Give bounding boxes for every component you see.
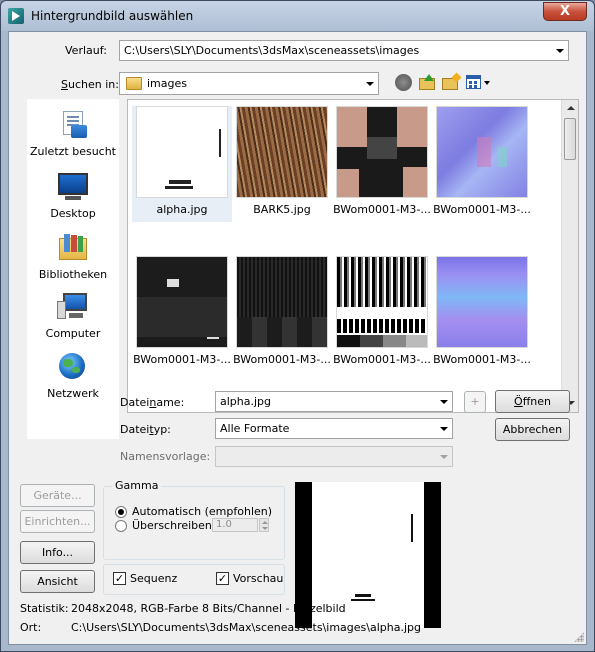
scrollbar-thumb[interactable] <box>564 118 576 160</box>
template-label: Namensvorlage: <box>120 450 211 463</box>
file-thumbnail[interactable]: BWom0001-M3-... <box>432 256 532 372</box>
file-name: BWom0001-M3-... <box>333 203 431 216</box>
chevron-down-icon[interactable] <box>551 41 568 60</box>
places-bar: Zuletzt besucht Desktop Bibliotheken Com… <box>27 99 119 439</box>
back-icon[interactable] <box>395 74 412 91</box>
file-thumbnail[interactable]: BARK5.jpg <box>232 106 332 222</box>
place-recent[interactable]: Zuletzt besucht <box>27 109 119 158</box>
chevron-down-icon[interactable] <box>435 392 452 411</box>
scroll-up-icon[interactable] <box>562 100 579 117</box>
lookin-combo[interactable]: images <box>119 72 379 95</box>
file-thumbnail[interactable]: BWom0001-M3-... <box>432 106 532 222</box>
setup-button[interactable]: Einrichten... <box>20 510 95 533</box>
template-select[interactable] <box>215 446 453 467</box>
gamma-auto-label: Automatisch (empfohlen) <box>132 505 273 518</box>
alpha-thumbnail-image <box>136 106 228 198</box>
recent-places-icon <box>57 109 89 141</box>
cancel-button[interactable]: Abbrechen <box>495 418 570 441</box>
normalmap-thumbnail-image <box>436 106 528 198</box>
chevron-down-icon[interactable] <box>435 447 452 466</box>
file-name: BARK5.jpg <box>253 203 311 216</box>
file-name: BWom0001-M3-... <box>233 353 331 366</box>
resize-grip-icon[interactable] <box>574 632 584 642</box>
gamma-spinner[interactable] <box>259 518 269 532</box>
file-thumbnail[interactable]: BWom0001-M3-... <box>332 106 432 222</box>
view-menu-icon[interactable] <box>466 74 492 91</box>
place-label: Zuletzt besucht <box>29 145 116 158</box>
libraries-icon <box>57 232 89 264</box>
gamma-override-radio[interactable] <box>115 520 127 532</box>
open-button[interactable]: Öffnen <box>495 390 570 413</box>
dialog-client-area: Verlauf: C:\Users\SLY\Documents\3dsMax\s… <box>8 31 587 645</box>
chevron-down-icon[interactable] <box>435 419 452 438</box>
place-label: Bibliotheken <box>38 268 108 281</box>
file-name: BWom0001-M3-... <box>433 203 531 216</box>
gamma-title: Gamma <box>112 479 162 492</box>
stats-label: Statistik: <box>20 602 69 615</box>
chevron-down-icon[interactable] <box>361 74 378 93</box>
hair-dark-thumbnail-image <box>236 256 328 348</box>
file-browser[interactable]: alpha.jpg BARK5.jpg BWom0001-M3-... BWom… <box>127 99 579 413</box>
history-value: C:\Users\SLY\Documents\3dsMax\sceneasset… <box>124 44 420 57</box>
preview-label: Vorschau <box>233 572 284 585</box>
add-sequence-button[interactable]: + <box>464 391 486 413</box>
specular-thumbnail-image <box>136 256 228 348</box>
devices-button[interactable]: Geräte... <box>20 484 95 507</box>
history-combo[interactable]: C:\Users\SLY\Documents\3dsMax\sceneasset… <box>119 40 569 61</box>
desktop-icon <box>57 171 89 203</box>
place-label: Computer <box>45 327 101 340</box>
texture-thumbnail-image <box>336 106 428 198</box>
sequence-label: Sequenz <box>130 572 178 585</box>
filetype-select[interactable]: Alle Formate <box>215 418 453 439</box>
filename-label: Dateiname: <box>120 396 185 409</box>
filetype-value: Alle Formate <box>220 422 290 435</box>
app-icon <box>8 8 24 24</box>
filename-input[interactable]: alpha.jpg <box>215 391 453 412</box>
new-folder-icon[interactable] <box>442 72 462 90</box>
file-thumbnail[interactable]: BWom0001-M3-... <box>332 256 432 372</box>
place-computer[interactable]: Computer <box>27 291 119 340</box>
hair-alpha-thumbnail-image <box>336 256 428 348</box>
filename-value: alpha.jpg <box>220 395 272 408</box>
lookin-value: images <box>147 77 187 90</box>
lookin-label: Suchen in: <box>61 78 119 91</box>
window-title: Hintergrundbild auswählen <box>31 9 194 23</box>
hair-normal-thumbnail-image <box>436 256 528 348</box>
location-label: Ort: <box>20 621 42 634</box>
place-libraries[interactable]: Bibliotheken <box>27 232 119 281</box>
sequence-checkbox[interactable]: ✓ <box>113 572 126 585</box>
preview-checkbox[interactable]: ✓ <box>216 572 229 585</box>
bark-thumbnail-image <box>236 106 328 198</box>
network-icon <box>57 351 89 383</box>
file-thumbnail[interactable]: BWom0001-M3-... <box>132 256 232 372</box>
title-bar[interactable]: Hintergrundbild auswählen X <box>1 1 594 31</box>
gamma-override-label: Überschreiben <box>132 519 212 532</box>
computer-icon <box>57 291 89 323</box>
history-label: Verlauf: <box>65 44 107 57</box>
gamma-auto-radio[interactable] <box>115 506 127 518</box>
info-button[interactable]: Info... <box>20 541 95 564</box>
file-name: alpha.jpg <box>156 203 208 216</box>
place-label: Netzwerk <box>47 387 99 400</box>
location-value: C:\Users\SLY\Documents\3dsMax\sceneasset… <box>71 621 421 634</box>
stats-value: 2048x2048, RGB-Farbe 8 Bits/Channel - Ei… <box>71 602 346 615</box>
place-desktop[interactable]: Desktop <box>27 171 119 220</box>
file-name: BWom0001-M3-... <box>133 353 231 366</box>
up-folder-icon[interactable] <box>419 74 436 90</box>
folder-icon <box>126 77 142 90</box>
place-network[interactable]: Netzwerk <box>27 351 119 400</box>
options-group: ✓ Sequenz ✓ Vorschau <box>103 564 285 595</box>
gamma-group: Gamma Automatisch (empfohlen) Überschrei… <box>103 479 285 560</box>
dialog-window: Hintergrundbild auswählen X Verlauf: C:\… <box>0 0 595 652</box>
filetype-label: Dateityp: <box>120 423 171 436</box>
place-label: Desktop <box>50 207 96 220</box>
file-thumbnail[interactable]: BWom0001-M3-... <box>232 256 332 372</box>
close-button[interactable]: X <box>543 2 587 21</box>
file-name: BWom0001-M3-... <box>433 353 531 366</box>
file-name: BWom0001-M3-... <box>333 353 431 366</box>
view-button[interactable]: Ansicht <box>20 570 95 593</box>
vertical-scrollbar[interactable] <box>561 100 578 412</box>
gamma-override-input[interactable]: 1.0 <box>212 518 258 532</box>
file-thumbnail[interactable]: alpha.jpg <box>132 106 232 222</box>
